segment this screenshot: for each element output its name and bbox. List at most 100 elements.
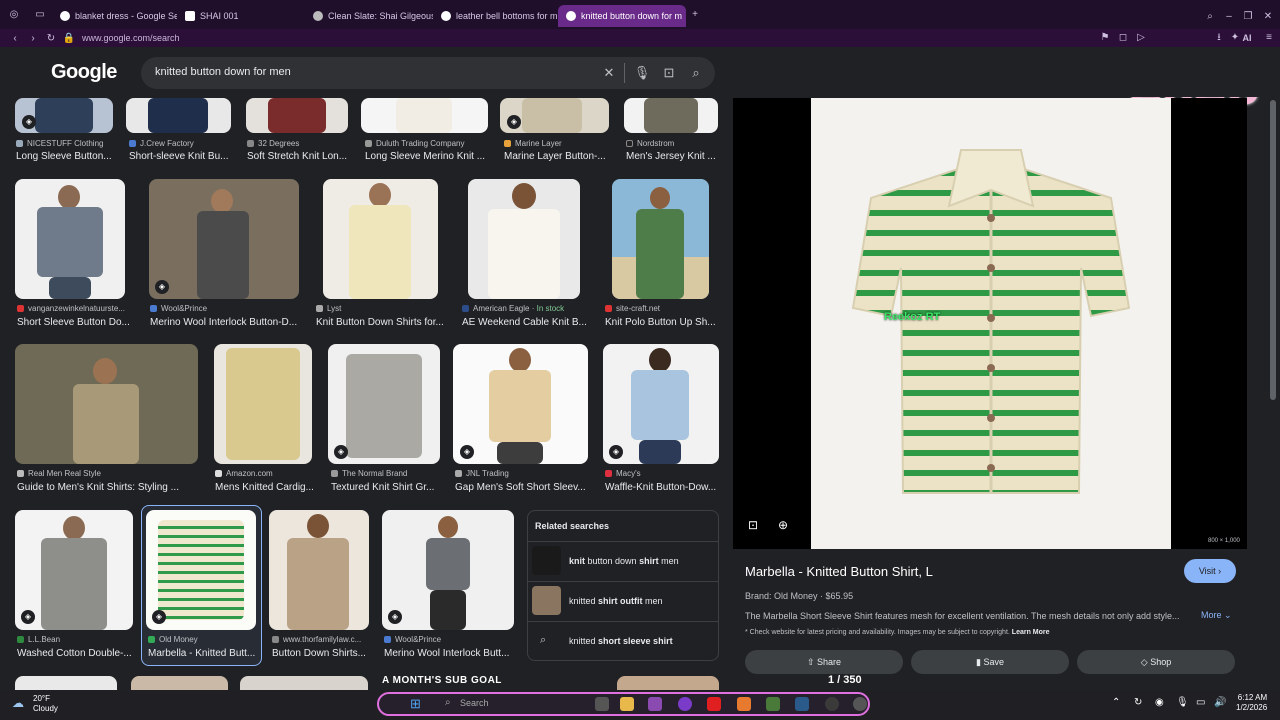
lens-icon[interactable]: ⊡: [660, 64, 678, 82]
tab-knitted-button-down[interactable]: knitted button down for m: [558, 4, 686, 27]
learn-more-link[interactable]: Learn More: [1012, 629, 1050, 636]
image-result[interactable]: [15, 179, 125, 299]
result-title[interactable]: Short-sleeve Knit Bu...: [129, 151, 234, 162]
browser-icon[interactable]: [678, 697, 692, 711]
result-title[interactable]: Long Sleeve Merino Knit ...: [365, 151, 490, 162]
result-title[interactable]: Washed Cotton Double-...: [17, 648, 132, 659]
result-title[interactable]: Merino Wool Interlock Butt...: [384, 648, 514, 659]
result-title[interactable]: Mens Knitted Cardig...: [215, 482, 315, 493]
search-input[interactable]: knitted button down for men: [155, 66, 291, 78]
image-result[interactable]: [214, 344, 312, 464]
browser-menu-icon[interactable]: ◎: [0, 9, 28, 20]
url-text[interactable]: www.google.com/search: [82, 33, 180, 43]
image-result[interactable]: [382, 510, 514, 630]
clock[interactable]: 6:12 AM 1/2/2026: [1236, 693, 1267, 713]
result-title[interactable]: Marine Layer Button-...: [504, 151, 609, 162]
back-icon[interactable]: ‹: [6, 33, 24, 44]
image-result[interactable]: [617, 676, 719, 690]
start-icon[interactable]: ⊞: [410, 696, 421, 712]
taskbar-search[interactable]: Search: [460, 698, 489, 708]
task-view-icon[interactable]: [595, 697, 609, 711]
image-result[interactable]: [624, 98, 718, 133]
image-result[interactable]: [269, 510, 369, 630]
image-result[interactable]: [246, 98, 348, 133]
result-title[interactable]: Short Sleeve Button Do...: [17, 317, 129, 328]
more-like-this-icon[interactable]: ⊕: [778, 518, 788, 532]
tab-leather-bell-bottoms[interactable]: leather bell bottoms for m: [433, 5, 558, 27]
result-title[interactable]: AE Weekend Cable Knit B...: [462, 317, 586, 328]
sync-icon[interactable]: ↻: [1134, 697, 1142, 708]
app-icon[interactable]: [853, 697, 867, 711]
image-result[interactable]: [453, 344, 588, 464]
app-icon[interactable]: [825, 697, 839, 711]
lens-search-icon[interactable]: ⊡: [748, 518, 758, 532]
close-window-icon[interactable]: ✕: [1261, 8, 1275, 26]
image-result[interactable]: [468, 179, 580, 299]
related-search-text[interactable]: knitted short sleeve shirt: [569, 636, 673, 646]
more-button[interactable]: More ⌄: [1201, 610, 1232, 621]
result-title[interactable]: Soft Stretch Knit Lon...: [247, 151, 352, 162]
image-result[interactable]: [15, 344, 198, 464]
image-result[interactable]: [612, 179, 709, 299]
maximize-icon[interactable]: ❐: [1241, 8, 1255, 26]
page-scrollbar[interactable]: [1270, 100, 1276, 400]
save-button[interactable]: ▮ Save: [911, 650, 1069, 674]
app-icon[interactable]: [737, 697, 751, 711]
image-result[interactable]: [131, 676, 228, 690]
image-result[interactable]: [323, 179, 438, 299]
result-title[interactable]: Knit Button Down Shirts for...: [316, 317, 446, 328]
weather-widget[interactable]: 20°F Cloudy: [33, 694, 58, 714]
result-title[interactable]: Gap Men's Soft Short Sleev...: [455, 482, 588, 493]
result-title[interactable]: Button Down Shirts...: [272, 648, 370, 659]
browser-menu-icon[interactable]: ≡: [1262, 29, 1276, 47]
folder-icon[interactable]: [620, 697, 634, 711]
image-result[interactable]: [126, 98, 231, 133]
result-title[interactable]: Knit Polo Button Up Sh...: [605, 317, 717, 328]
app-icon[interactable]: [766, 697, 780, 711]
result-source: Old Money: [148, 635, 258, 644]
steam-icon[interactable]: [795, 697, 809, 711]
bookmark-icon[interactable]: ⚑: [1098, 29, 1112, 47]
forward-icon[interactable]: ›: [24, 33, 42, 44]
tray-icon[interactable]: ◉: [1155, 697, 1164, 708]
chevron-up-icon[interactable]: ⌃: [1112, 697, 1120, 708]
image-result[interactable]: [361, 98, 488, 133]
search-tabs-icon[interactable]: ⌕: [1203, 8, 1217, 26]
network-icon[interactable]: ▭: [1196, 697, 1205, 708]
preview-image[interactable]: [811, 98, 1171, 549]
taskbar-search-icon[interactable]: ⌕: [445, 697, 451, 708]
shop-button[interactable]: ◇ Shop: [1077, 650, 1235, 674]
preview-title[interactable]: Marbella - Knitted Button Shirt, L: [745, 564, 933, 579]
related-search-text[interactable]: knit button down shirt men: [569, 556, 679, 566]
tab-shai-001[interactable]: SHAI 001: [177, 5, 305, 27]
new-tab-button[interactable]: +: [686, 9, 704, 20]
result-title[interactable]: Waffle-Knit Button-Dow...: [605, 482, 719, 493]
result-title[interactable]: Men's Jersey Knit ...: [626, 151, 718, 162]
image-result[interactable]: [149, 179, 299, 299]
tab-clean-slate[interactable]: Clean Slate: Shai Gilgeous: [305, 5, 433, 27]
app-icon[interactable]: [648, 697, 662, 711]
result-title[interactable]: Guide to Men's Knit Shirts: Styling ...: [17, 482, 197, 493]
tab-blanket-dress[interactable]: blanket dress - Google Se: [52, 5, 177, 27]
volume-icon[interactable]: 🔊: [1214, 697, 1226, 708]
result-title[interactable]: Marbella - Knitted Butt...: [148, 648, 258, 659]
related-search-text[interactable]: knitted shirt outfit men: [569, 596, 663, 606]
minimize-icon[interactable]: –: [1222, 8, 1236, 26]
result-title[interactable]: Textured Knit Shirt Gr...: [331, 482, 443, 493]
lock-icon: 🔒: [62, 32, 76, 44]
result-title[interactable]: Merino Wool Interlock Button-D...: [150, 317, 298, 328]
sidebar-toggle-icon[interactable]: ▭: [28, 9, 52, 20]
voice-search-icon[interactable]: 🎙: [633, 64, 651, 82]
mic-icon[interactable]: 🎙: [1176, 697, 1189, 708]
share-button[interactable]: ⇧ Share: [745, 650, 903, 674]
image-result[interactable]: [240, 676, 368, 690]
youtube-icon[interactable]: [707, 697, 721, 711]
clear-search-icon[interactable]: ✕: [600, 64, 618, 82]
share-icon: ⇧: [806, 657, 815, 667]
image-result[interactable]: [15, 676, 117, 690]
search-icon[interactable]: ⌕: [687, 64, 705, 82]
result-title[interactable]: Long Sleeve Button...: [16, 151, 116, 162]
visit-button[interactable]: Visit ›: [1184, 559, 1236, 583]
google-logo[interactable]: Google: [51, 61, 117, 84]
reload-icon[interactable]: ↻: [42, 33, 60, 44]
